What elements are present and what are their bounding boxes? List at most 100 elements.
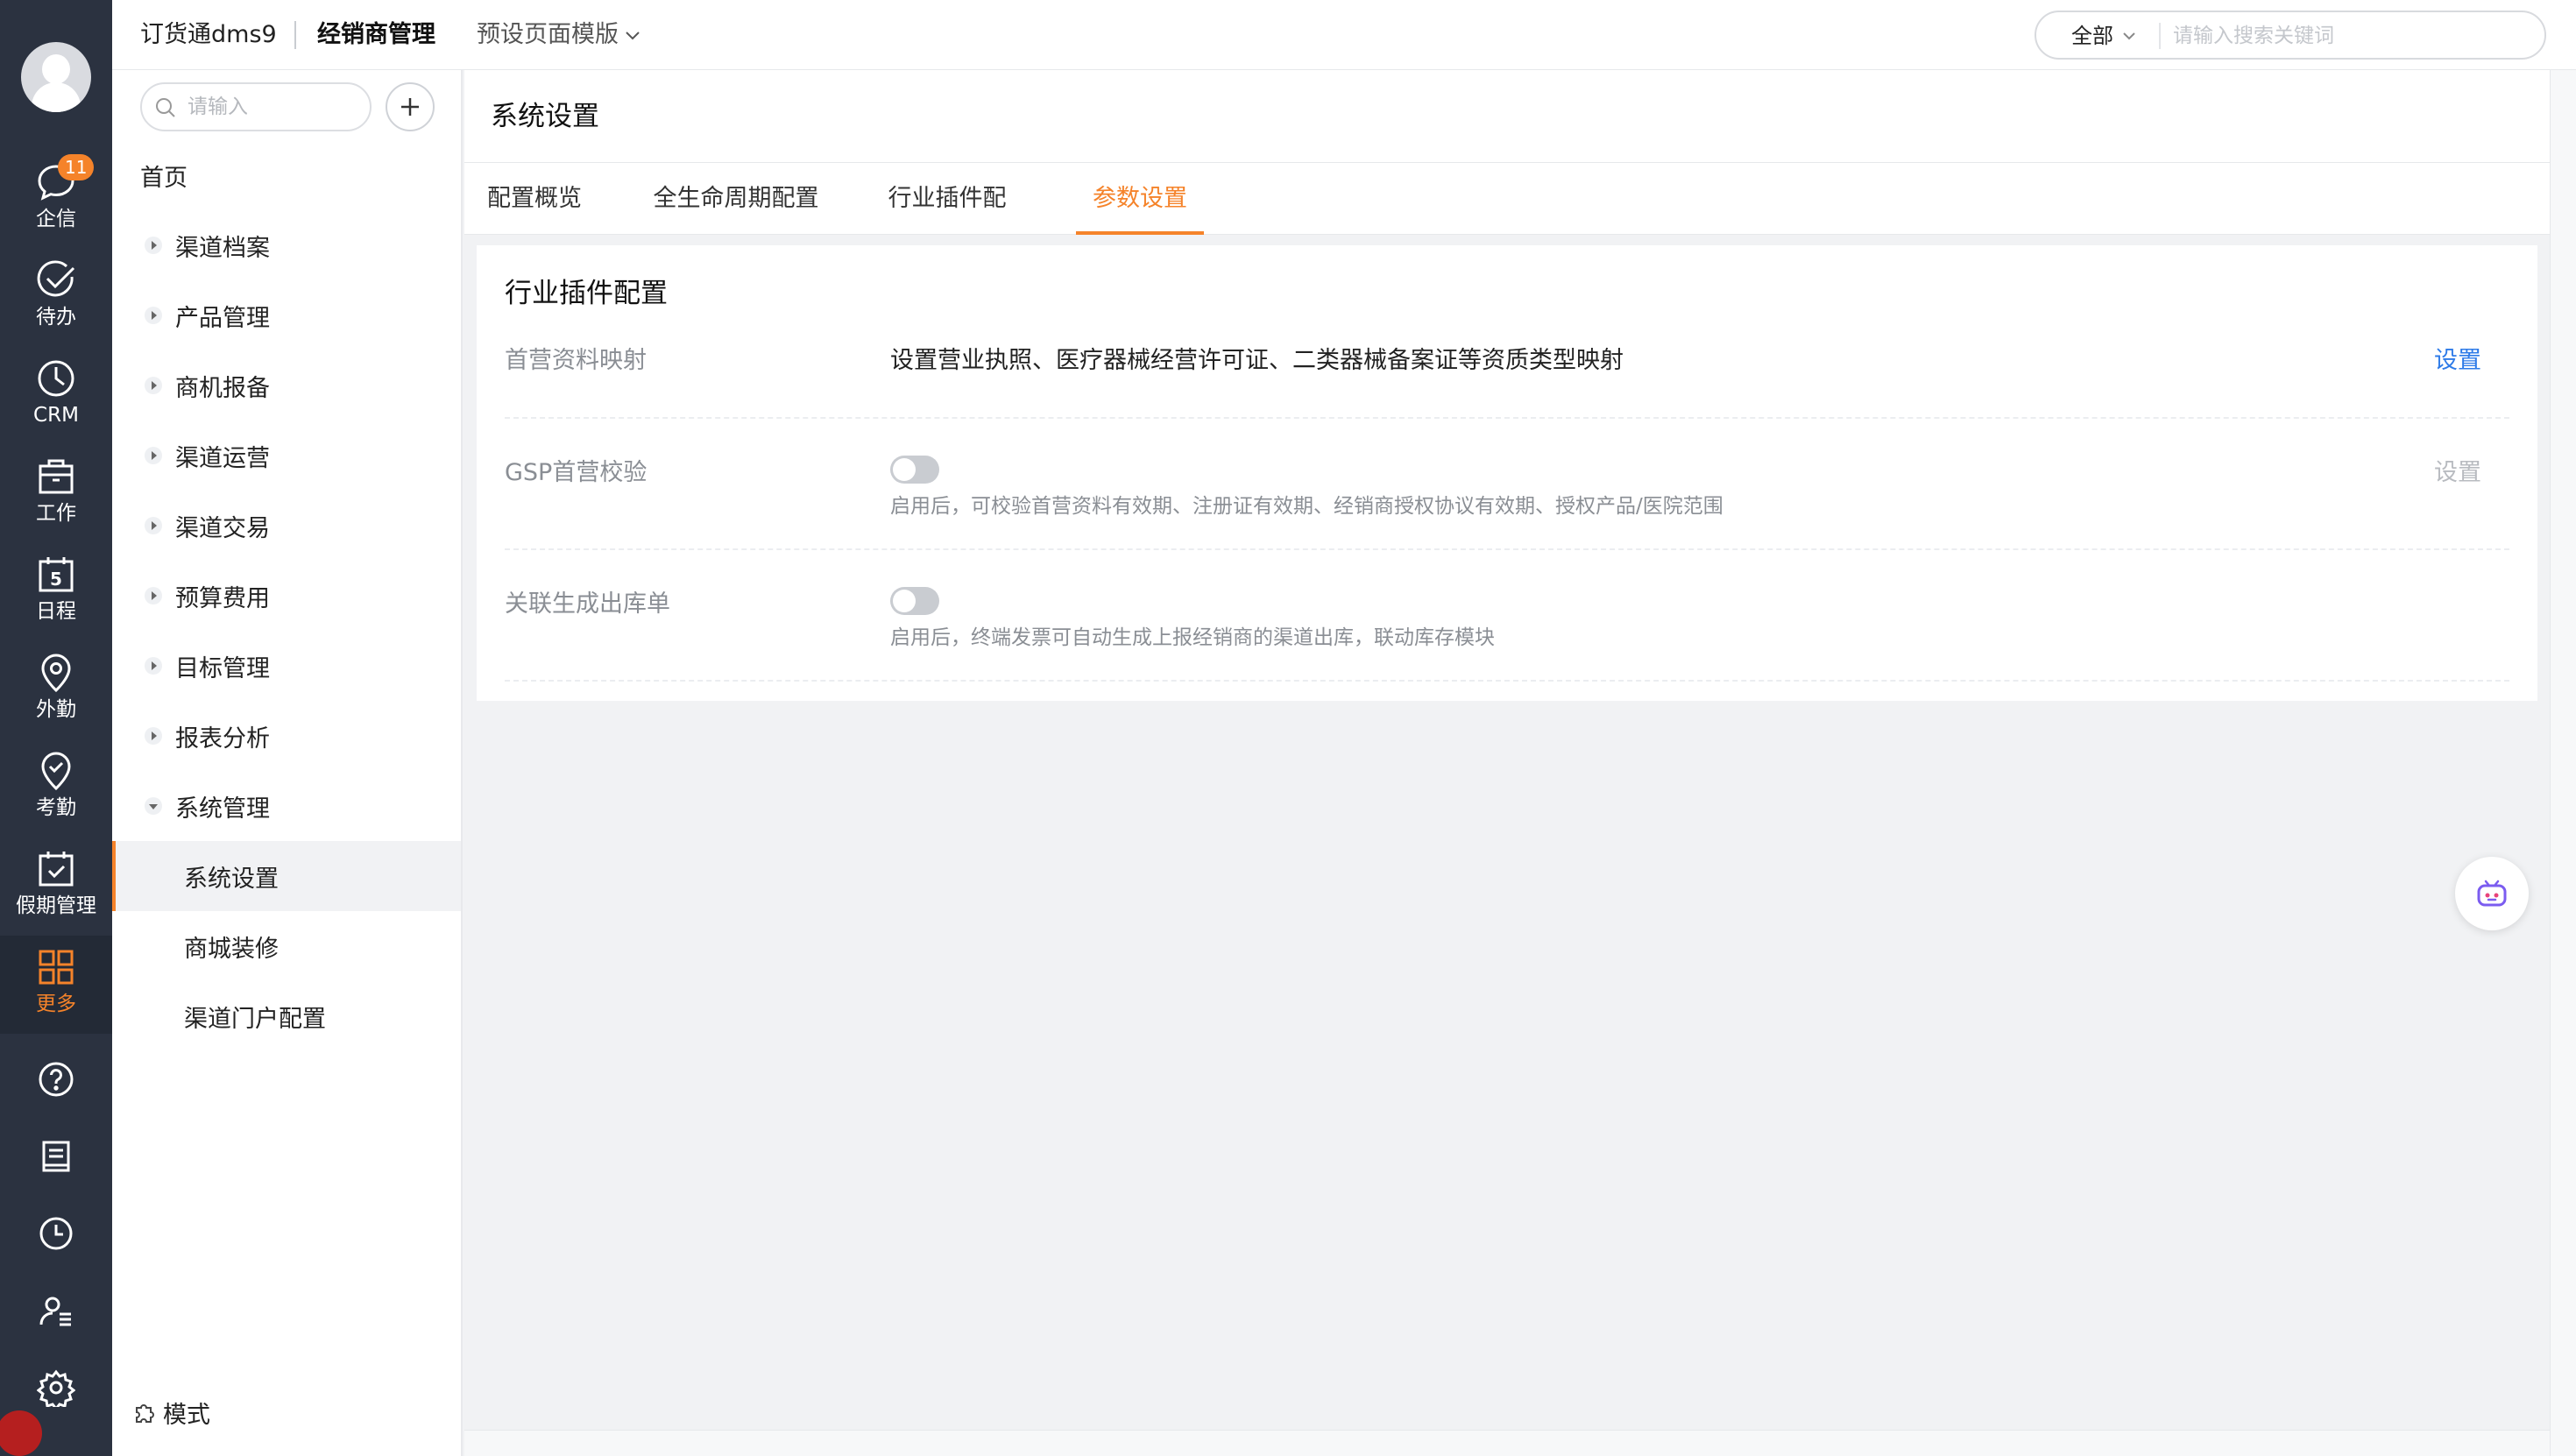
history-button[interactable] <box>0 1195 112 1272</box>
check-circle-icon <box>37 260 75 297</box>
caret-right-icon <box>145 447 162 464</box>
caret-right-icon <box>145 727 162 745</box>
contacts-button[interactable] <box>0 1272 112 1349</box>
caret-right-icon <box>145 517 162 534</box>
horizontal-scrollbar[interactable] <box>464 1430 2550 1456</box>
setting-hint: 启用后，可校验首营资料有效期、注册证有效期、经销商授权协议有效期、授权产品/医院… <box>890 495 1723 518</box>
setting-link[interactable]: 设置 <box>2434 343 2481 378</box>
help-icon <box>39 1062 74 1097</box>
menu-item-label: 目标管理 <box>175 654 270 682</box>
menu-group-opportunity[interactable]: 商机报备 <box>112 350 461 421</box>
top-header: 订货通dms9 经销商管理 预设页面模版 全部 <box>112 0 2576 70</box>
unread-badge: 11 <box>58 154 95 180</box>
grid-icon <box>39 950 74 985</box>
menu-item-label: 系统管理 <box>175 795 270 823</box>
clock-pie-icon <box>38 360 74 397</box>
menu-group-channel-archive[interactable]: 渠道档案 <box>112 210 461 280</box>
rail-label: 企信 <box>36 208 76 230</box>
tab-lifecycle[interactable]: 全生命周期配置 <box>645 163 827 235</box>
search-input[interactable] <box>2173 19 2523 53</box>
plus-icon <box>401 98 419 116</box>
menu-group-budget[interactable]: 预算费用 <box>112 561 461 631</box>
calendar-check-icon <box>39 852 74 887</box>
search-icon <box>156 98 175 117</box>
setting-row-qualification-mapping: 首营资料映射 设置营业执照、医疗器械经营许可证、二类器械备案证等资质类型映射 设… <box>505 333 2509 419</box>
rail-item-qixin[interactable]: 企信 11 <box>0 151 112 249</box>
history-icon <box>39 1217 73 1250</box>
menu-group-system[interactable]: 系统管理 <box>112 771 461 841</box>
calendar-day-number: 5 <box>50 569 62 590</box>
menu-item-label: 商机报备 <box>175 374 270 402</box>
menu-item-label: 产品管理 <box>175 304 270 332</box>
rail-item-schedule[interactable]: 5 日程 <box>0 543 112 641</box>
menu-item-label: 系统设置 <box>184 865 279 893</box>
rail-label: 日程 <box>36 600 76 623</box>
rail-item-field[interactable]: 外勤 <box>0 641 112 739</box>
menu-search <box>140 82 372 131</box>
menu-item-label: 渠道门户配置 <box>184 1005 326 1033</box>
tab-industry-plugins[interactable]: 行业插件配置 <box>880 163 1015 284</box>
app-name[interactable]: 订货通dms9 <box>140 18 277 53</box>
caret-down-icon <box>145 797 162 815</box>
ai-assistant-button[interactable] <box>2455 857 2529 930</box>
chevron-down-icon <box>626 32 640 40</box>
user-avatar[interactable] <box>21 42 91 112</box>
add-button[interactable] <box>386 82 435 131</box>
avatar-head <box>42 54 70 84</box>
menu-group-products[interactable]: 产品管理 <box>112 280 461 350</box>
menu-item-home[interactable]: 首页 <box>112 140 461 210</box>
menu-item-label: 渠道交易 <box>175 514 270 542</box>
rail-item-work[interactable]: 工作 <box>0 445 112 543</box>
menu-group-targets[interactable]: 目标管理 <box>112 631 461 701</box>
page-title: 系统设置 <box>491 101 599 132</box>
menu-group-reports[interactable]: 报表分析 <box>112 701 461 771</box>
notebook-button[interactable] <box>0 1118 112 1195</box>
main-content: 系统设置 配置概览 全生命周期配置 行业插件配置 参数设置 行业插件配置 首营资… <box>464 70 2550 1456</box>
contacts-icon <box>39 1297 71 1326</box>
setting-row-outbound: 关联生成出库单 启用后，终端发票可自动生成上报经销商的渠道出库，联动库存模块 <box>505 550 2509 682</box>
briefcase-icon <box>39 459 74 494</box>
location-pin-icon <box>41 654 71 693</box>
setting-label: 关联生成出库单 <box>505 590 670 618</box>
mode-switch[interactable]: 模式 <box>131 1395 210 1430</box>
setting-row-gsp-check: GSP首营校验 启用后，可校验首营资料有效期、注册证有效期、经销商授权协议有效期… <box>505 419 2509 550</box>
puzzle-icon <box>136 1404 154 1423</box>
tab-overview[interactable]: 配置概览 <box>478 163 591 235</box>
rail-item-todo[interactable]: 待办 <box>0 249 112 347</box>
page-header: 系统设置 <box>464 70 2550 163</box>
search-scope-label: 全部 <box>2071 24 2113 48</box>
menu-group-channel-trade[interactable]: 渠道交易 <box>112 491 461 561</box>
menu-item-label: 报表分析 <box>175 724 270 753</box>
menu-search-input[interactable] <box>188 92 363 122</box>
rail-item-leave[interactable]: 假期管理 <box>0 838 112 936</box>
caret-right-icon <box>145 657 162 675</box>
menu-subitem-mall-design[interactable]: 商城装修 <box>112 911 461 981</box>
template-dropdown[interactable]: 预设页面模版 <box>477 18 643 53</box>
rail-item-more[interactable]: 更多 <box>0 936 112 1034</box>
mode-label: 模式 <box>163 1401 210 1429</box>
notebook-icon <box>42 1141 70 1172</box>
nav-menu: 首页 渠道档案 产品管理 商机报备 渠道运营 渠道交易 预算费用 目标管理 报表… <box>112 70 463 1456</box>
rail-label: 外勤 <box>36 698 76 721</box>
rail-label: 假期管理 <box>16 894 96 917</box>
help-button[interactable] <box>0 1041 112 1118</box>
caret-right-icon <box>145 377 162 394</box>
header-divider <box>294 21 296 49</box>
menu-subitem-portal-config[interactable]: 渠道门户配置 <box>112 981 461 1051</box>
status-dot <box>0 1410 42 1456</box>
left-rail: 企信 11 待办 CRM 工作 5 日程 外勤 考勤 假期管理 更多 <box>0 0 112 1456</box>
rail-item-attendance[interactable]: 考勤 <box>0 739 112 838</box>
rail-item-crm[interactable]: CRM <box>0 347 112 445</box>
outbound-toggle[interactable] <box>890 587 939 615</box>
gsp-toggle[interactable] <box>890 456 939 484</box>
menu-item-label: 首页 <box>140 164 188 192</box>
module-title[interactable]: 经销商管理 <box>317 18 435 53</box>
vertical-scrollbar[interactable] <box>2550 70 2576 1456</box>
menu-group-channel-ops[interactable]: 渠道运营 <box>112 421 461 491</box>
caret-right-icon <box>145 237 162 254</box>
rail-label: 考勤 <box>36 796 76 819</box>
menu-subitem-system-settings[interactable]: 系统设置 <box>112 841 461 911</box>
search-scope-dropdown[interactable]: 全部 <box>2071 21 2138 51</box>
setting-link-disabled[interactable]: 设置 <box>2434 456 2481 491</box>
tab-parameters[interactable]: 参数设置 <box>1076 163 1204 235</box>
